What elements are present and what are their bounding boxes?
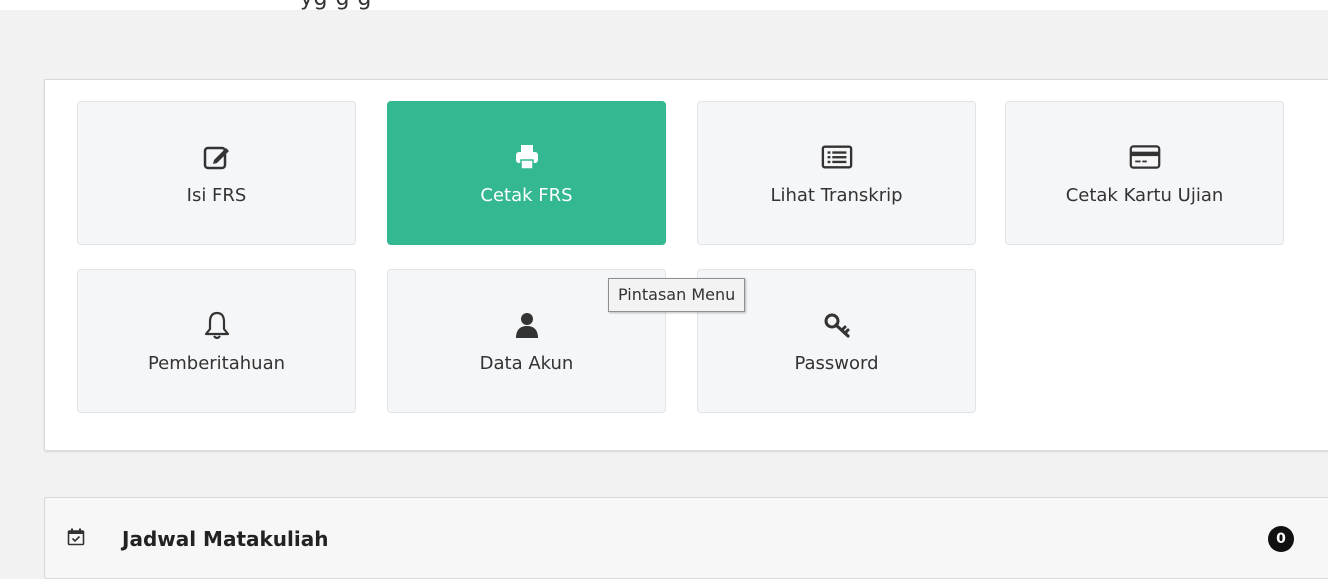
tile-pemberitahuan[interactable]: Pemberitahuan [77,269,356,413]
tile-label: Lihat Transkrip [770,184,903,206]
tile-label: Isi FRS [186,184,247,206]
edit-icon [201,141,233,173]
tile-label: Cetak FRS [480,184,573,206]
tile-lihat-transkrip[interactable]: Lihat Transkrip [697,101,976,245]
user-icon [511,309,543,341]
tile-cetak-kartu-ujian[interactable]: Cetak Kartu Ujian [1005,101,1284,245]
schedule-title: Jadwal Matakuliah [122,527,329,551]
tile-label: Data Akun [479,352,574,374]
tile-label: Password [794,352,879,374]
credit-card-icon [1129,141,1161,173]
shortcut-menu-panel: Isi FRS Cetak FRS Lihat Transkrip Cetak … [44,79,1328,451]
list-icon [821,141,853,173]
tile-isi-frs[interactable]: Isi FRS [77,101,356,245]
top-header-strip: yg g g [0,0,1328,10]
schedule-panel-header[interactable]: Jadwal Matakuliah 0 [44,497,1328,579]
header-truncated-text: yg g g [300,0,372,10]
tile-cetak-frs[interactable]: Cetak FRS [387,101,666,245]
tile-label: Cetak Kartu Ujian [1065,184,1224,206]
tooltip-pintasan-menu: Pintasan Menu [608,278,746,312]
key-icon [821,309,853,341]
print-icon [511,141,543,173]
bell-icon [201,309,233,341]
schedule-count-badge: 0 [1268,526,1294,552]
tile-label: Pemberitahuan [147,352,286,374]
